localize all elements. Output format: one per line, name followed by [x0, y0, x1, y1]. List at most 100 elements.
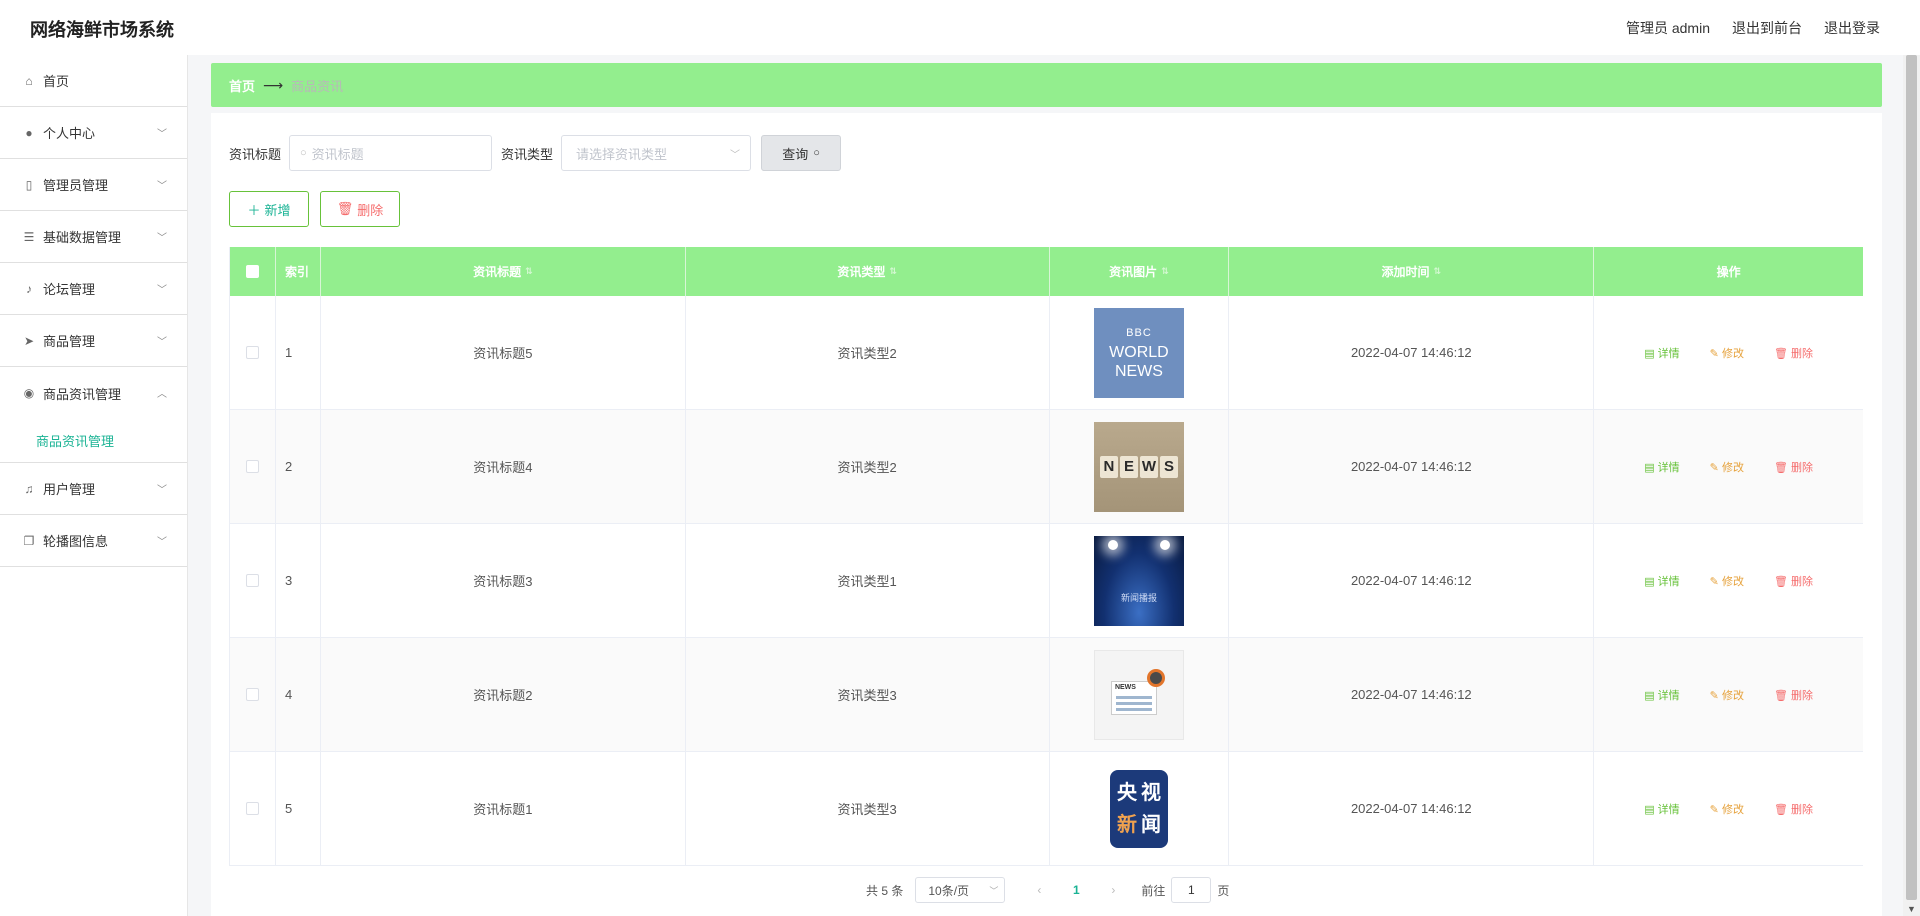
- sidebar-item-carousel[interactable]: ❐ 轮播图信息 ﹀: [0, 515, 187, 567]
- news-thumbnail-bbc[interactable]: BBC WORLD NEWS: [1093, 307, 1184, 398]
- row-time: 2022-04-07 14:46:12: [1229, 410, 1595, 523]
- prev-page-button[interactable]: ‹: [1029, 883, 1049, 897]
- table-row: 1 资讯标题5 资讯类型2 BBC WORLD NEWS 2022-04-07 …: [230, 296, 1863, 410]
- detail-button[interactable]: ▤ 详情: [1637, 340, 1686, 366]
- header-type[interactable]: 资讯类型 ⇅: [686, 247, 1050, 296]
- news-thumbnail-stage[interactable]: 新闻播报: [1093, 535, 1184, 626]
- search-icon: ○: [813, 147, 820, 159]
- edit-button[interactable]: ✎ 修改: [1703, 340, 1751, 366]
- header-title[interactable]: 资讯标题 ⇅: [321, 247, 686, 296]
- row-checkbox[interactable]: [245, 688, 259, 701]
- breadcrumb-current: 商品资讯: [291, 78, 344, 94]
- edit-button[interactable]: ✎ 修改: [1703, 568, 1751, 594]
- news-thumbnail-blocks[interactable]: NEWS: [1093, 421, 1184, 512]
- sidebar-item-label: 商品管理: [43, 334, 96, 349]
- bbc-logo-text: BBC: [1126, 327, 1152, 339]
- sidebar-item-profile[interactable]: ● 个人中心 ﹀: [0, 107, 187, 159]
- sidebar-item-basic-data[interactable]: ☰ 基础数据管理 ﹀: [0, 211, 187, 263]
- sidebar-item-goods[interactable]: ➤ 商品管理 ﹀: [0, 315, 187, 367]
- table-body: 1 资讯标题5 资讯类型2 BBC WORLD NEWS 2022-04-07 …: [230, 296, 1863, 866]
- header-image[interactable]: 资讯图片 ⇅: [1050, 247, 1230, 296]
- row-time: 2022-04-07 14:46:12: [1229, 524, 1595, 637]
- news-thumbnail-paper[interactable]: NEWS: [1093, 649, 1184, 740]
- select-all-checkbox[interactable]: [245, 265, 259, 278]
- detail-button[interactable]: ▤ 详情: [1637, 682, 1686, 708]
- scroll-down-arrow-icon[interactable]: ▼: [1907, 904, 1916, 914]
- delete-button[interactable]: 🗑 删除: [320, 191, 400, 227]
- row-delete-button[interactable]: 🗑 删除: [1767, 454, 1820, 480]
- page-scrollbar[interactable]: ▼: [1903, 55, 1920, 916]
- row-delete-button[interactable]: 🗑 删除: [1767, 682, 1820, 708]
- news-thumbnail-cctv[interactable]: 央视新闻: [1093, 763, 1184, 854]
- sidebar-item-home[interactable]: ⌂ 首页: [0, 55, 187, 107]
- edit-button[interactable]: ✎ 修改: [1703, 454, 1751, 480]
- sidebar-item-admin[interactable]: ▯ 管理员管理 ﹀: [0, 159, 187, 211]
- row-type: 资讯类型1: [686, 524, 1050, 637]
- pagination: 共 5 条 10条/页 ﹀ ‹ 1 › 前往 1 页: [866, 877, 1229, 903]
- edit-label: 修改: [1721, 575, 1744, 588]
- stage-caption: 新闻播报: [1120, 592, 1157, 603]
- chevron-down-icon: ﹀: [157, 485, 167, 496]
- mic-icon: ♫: [24, 481, 34, 496]
- title-search-label: 资讯标题: [229, 146, 282, 162]
- title-search-input[interactable]: ○ 资讯标题: [289, 135, 493, 171]
- admin-user-label[interactable]: 管理员 admin: [1626, 18, 1710, 38]
- row-image-cell: 央视新闻: [1050, 752, 1230, 865]
- search-icon: ○: [300, 147, 307, 159]
- add-button[interactable]: ＋ 新增: [229, 191, 309, 227]
- detail-button[interactable]: ▤ 详情: [1637, 568, 1686, 594]
- top-header: 网络海鲜市场系统 管理员 admin 退出到前台 退出登录: [0, 0, 1920, 55]
- chevron-down-icon: ﹀: [157, 337, 167, 348]
- bbc-news-text: NEWS: [1114, 363, 1163, 380]
- row-checkbox[interactable]: [245, 346, 259, 359]
- sidebar-item-label: 商品资讯管理: [43, 386, 122, 402]
- edit-button[interactable]: ✎ 修改: [1703, 796, 1751, 822]
- exit-to-front-link[interactable]: 退出到前台: [1732, 18, 1802, 38]
- breadcrumb-home[interactable]: 首页: [229, 76, 255, 95]
- row-ops: ▤ 详情 ✎ 修改 🗑 删除: [1594, 410, 1863, 523]
- delete-button-label: 删除: [357, 202, 384, 218]
- sidebar-subitem-goods-news[interactable]: 商品资讯管理: [0, 419, 187, 463]
- row-delete-button[interactable]: 🗑 删除: [1767, 796, 1820, 822]
- sidebar-item-users[interactable]: ♫ 用户管理 ﹀: [0, 463, 187, 515]
- row-title: 资讯标题1: [321, 752, 686, 865]
- arrow-right-icon: ⟶: [263, 76, 284, 93]
- goto-page-input[interactable]: 1: [1171, 877, 1212, 903]
- page-size-select[interactable]: 10条/页 ﹀: [915, 877, 1006, 903]
- scrollbar-thumb[interactable]: [1906, 55, 1917, 900]
- search-bar: 资讯标题 ○ 资讯标题 资讯类型 请选择资讯类型 ﹀ 查询 ○: [229, 135, 842, 171]
- logout-link[interactable]: 退出登录: [1824, 18, 1880, 38]
- query-button[interactable]: 查询 ○: [761, 135, 842, 171]
- chevron-down-icon: ﹀: [157, 285, 167, 296]
- sidebar-item-goods-news[interactable]: ◉ 商品资讯管理 ︿: [0, 367, 187, 419]
- row-checkbox[interactable]: [245, 574, 259, 587]
- page-number-current[interactable]: 1: [1061, 883, 1091, 897]
- sidebar-item-label: 基础数据管理: [43, 230, 122, 245]
- type-select[interactable]: 请选择资讯类型 ﹀: [561, 135, 752, 171]
- header-actions: 管理员 admin 退出到前台 退出登录: [1626, 18, 1880, 38]
- main-panel: 资讯标题 ○ 资讯标题 资讯类型 请选择资讯类型 ﹀ 查询 ○ ＋ 新增 🗑 删…: [211, 113, 1882, 916]
- row-time: 2022-04-07 14:46:12: [1229, 296, 1595, 409]
- detail-button[interactable]: ▤ 详情: [1637, 454, 1686, 480]
- row-checkbox-cell: [230, 524, 276, 637]
- row-ops: ▤ 详情 ✎ 修改 🗑 删除: [1594, 752, 1863, 865]
- edit-button[interactable]: ✎ 修改: [1703, 682, 1751, 708]
- newspaper-sheet: NEWS: [1110, 680, 1157, 715]
- table-row: 2 资讯标题4 资讯类型2 NEWS 2022-04-07 14:46:12 ▤…: [230, 410, 1863, 524]
- sidebar-item-label: 个人中心: [43, 126, 96, 141]
- title-search-placeholder: 资讯标题: [311, 146, 364, 162]
- row-delete-button[interactable]: 🗑 删除: [1767, 340, 1820, 366]
- row-index: 4: [276, 638, 321, 751]
- sliders-icon: ☰: [23, 229, 35, 244]
- sidebar-item-forum[interactable]: ♪ 论坛管理 ﹀: [0, 263, 187, 315]
- row-checkbox[interactable]: [245, 802, 259, 815]
- row-delete-button[interactable]: 🗑 删除: [1767, 568, 1820, 594]
- next-page-button[interactable]: ›: [1103, 883, 1123, 897]
- detail-button[interactable]: ▤ 详情: [1637, 796, 1686, 822]
- header-time[interactable]: 添加时间 ⇅: [1229, 247, 1595, 296]
- add-button-label: 新增: [264, 202, 291, 218]
- row-checkbox[interactable]: [245, 460, 259, 473]
- sidebar-item-label: 轮播图信息: [43, 534, 109, 549]
- header-index: 索引: [276, 247, 321, 296]
- detail-label: 详情: [1657, 803, 1680, 816]
